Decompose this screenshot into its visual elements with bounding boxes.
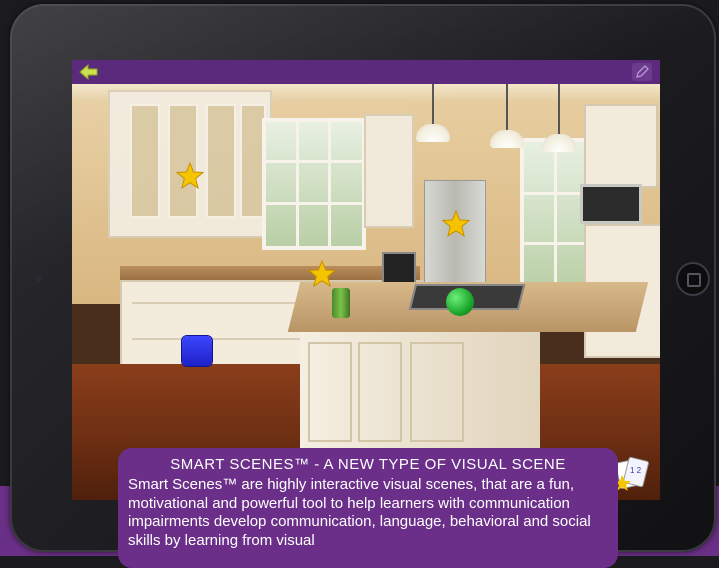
green-circle-icon[interactable] — [446, 288, 474, 316]
microwave — [580, 184, 642, 224]
pendant-light — [490, 130, 524, 148]
description-panel: SMART SCENES™ - A NEW TYPE OF VISUAL SCE… — [118, 448, 618, 568]
pendant-light — [542, 134, 576, 152]
island — [300, 332, 540, 452]
green-jar — [332, 288, 350, 318]
kitchen-scene-image — [72, 84, 660, 500]
back-arrow-icon[interactable] — [78, 63, 100, 81]
app-screen — [72, 60, 660, 500]
window — [262, 118, 366, 250]
app-toolbar — [72, 60, 660, 84]
star-upper-cabinet-icon[interactable] — [175, 161, 205, 190]
pendant-light — [416, 124, 450, 142]
caption-body: Smart Scenes™ are highly interactive vis… — [128, 476, 591, 549]
svg-text:1 2: 1 2 — [630, 466, 642, 475]
home-button[interactable] — [676, 262, 710, 296]
star-counter-icon[interactable] — [307, 259, 337, 288]
blue-square-icon[interactable] — [182, 336, 212, 366]
star-fridge-icon[interactable] — [441, 209, 471, 238]
caption-title: SMART SCENES™ - A NEW TYPE OF VISUAL SCE… — [170, 456, 566, 473]
camera-icon — [36, 276, 42, 282]
pencil-icon[interactable] — [632, 63, 652, 81]
